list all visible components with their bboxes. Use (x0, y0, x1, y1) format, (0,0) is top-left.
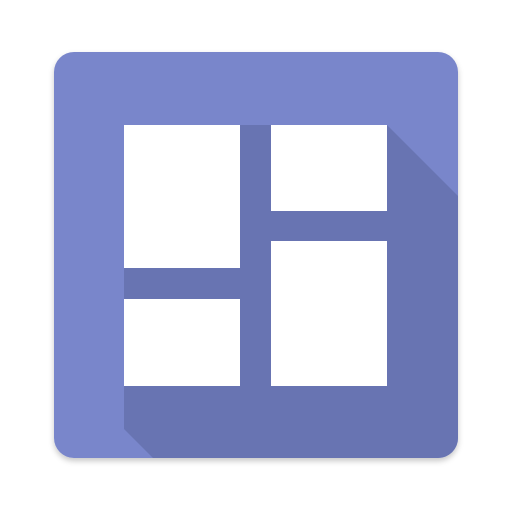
dashboard-grid-icon[interactable] (0, 0, 512, 512)
tile-top-right (271, 125, 387, 211)
tile-bottom-right (271, 241, 387, 386)
tile-bottom-left (124, 299, 240, 386)
tile-top-left (124, 125, 240, 268)
icon-stage (0, 0, 512, 512)
